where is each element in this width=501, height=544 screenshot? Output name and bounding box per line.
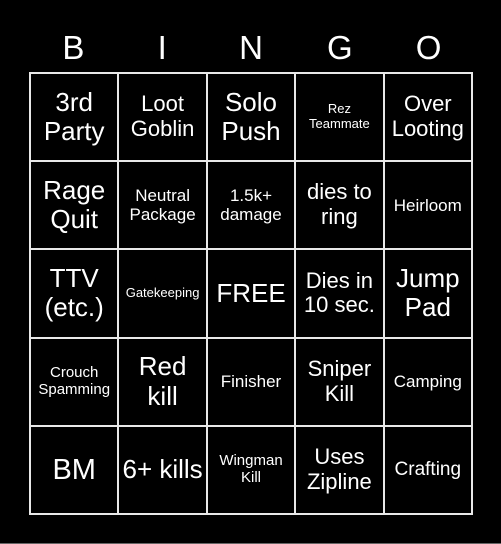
bingo-cell-text: Uses Zipline [306, 444, 372, 494]
bingo-cell-text: Loot Goblin [130, 91, 195, 142]
bingo-cell-text: Neutral Package [129, 186, 196, 225]
bingo-cell[interactable]: FREE [206, 249, 296, 338]
header-letter-b: B [62, 29, 85, 66]
bingo-cell[interactable]: 6+ kills [118, 425, 207, 514]
bingo-cell[interactable]: Crouch Spamming [30, 337, 119, 426]
bingo-cell-text: Crafting [394, 459, 462, 481]
bingo-cell[interactable]: Camping [383, 337, 472, 426]
bingo-header: B I N G O [29, 28, 473, 68]
bingo-cell[interactable]: Wingman Kill [206, 425, 296, 514]
header-letter-i: I [157, 29, 167, 66]
bingo-cell[interactable]: Rez Teammate [295, 73, 384, 162]
bingo-cell[interactable]: Finisher [206, 337, 296, 426]
bingo-cell[interactable]: Crafting [383, 425, 472, 514]
bingo-cell-text: 6+ kills [122, 454, 203, 485]
bingo-cell-text: Jump Pad [396, 263, 460, 323]
bingo-cell[interactable]: Loot Goblin [118, 73, 207, 162]
bingo-cell-text: FREE [216, 277, 286, 308]
bingo-cell[interactable]: Dies in 10 sec. [295, 249, 384, 338]
bingo-cell-text: Rage Quit [43, 174, 106, 235]
bingo-cell-text: Dies in 10 sec. [303, 267, 375, 318]
bingo-cell[interactable]: Gatekeeping [118, 249, 207, 338]
bingo-cell[interactable]: 3rd Party [30, 73, 119, 162]
bingo-cell-text: Solo Push [221, 86, 281, 147]
bingo-cell[interactable]: BM [30, 425, 119, 514]
bingo-cell-text: 1.5k+ damage [220, 186, 282, 225]
bingo-cell[interactable]: Sniper Kill [295, 337, 384, 426]
bingo-cell-text: Gatekeeping [125, 285, 200, 301]
header-letter-g: G [326, 29, 353, 66]
bingo-cell[interactable]: Heirloom [383, 161, 472, 250]
bingo-cell[interactable]: 1.5k+ damage [206, 161, 296, 250]
bingo-cell-text: Camping [393, 372, 462, 392]
bingo-cell[interactable]: dies to ring [295, 161, 384, 250]
bingo-cell[interactable]: Red kill [118, 337, 207, 426]
bingo-cell-text: Crouch Spamming [38, 363, 111, 398]
bingo-cell[interactable]: Over Looting [383, 73, 472, 162]
bingo-cell[interactable]: Solo Push [206, 73, 296, 162]
header-letter-o: O [415, 29, 442, 66]
bingo-cell[interactable]: Jump Pad [383, 249, 472, 338]
bingo-cell-text: TTV (etc.) [44, 263, 104, 323]
bingo-cell-text: Finisher [220, 372, 282, 392]
bingo-card: 3rd Party Loot Goblin Solo Push Rez Teammat… [29, 72, 473, 515]
bingo-cell-text: Over Looting [391, 91, 464, 142]
bingo-cell[interactable]: TTV (etc.) [30, 249, 119, 338]
header-letter-n: N [239, 29, 263, 66]
bingo-cell-text: BM [52, 453, 96, 486]
bingo-cell[interactable]: Uses Zipline [295, 425, 384, 514]
bingo-cell-text: Heirloom [393, 195, 462, 215]
bingo-cell[interactable]: Neutral Package [118, 161, 207, 250]
bingo-cell-text: dies to ring [306, 179, 372, 230]
bingo-cell-text: Rez Teammate [309, 101, 370, 132]
bingo-cell-text: Wingman Kill [219, 451, 283, 486]
bingo-cell-text: Red kill [138, 351, 187, 411]
bingo-cell[interactable]: Rage Quit [30, 161, 119, 250]
bingo-cell-text: 3rd Party [43, 86, 105, 147]
bingo-cell-text: Sniper Kill [307, 355, 372, 406]
